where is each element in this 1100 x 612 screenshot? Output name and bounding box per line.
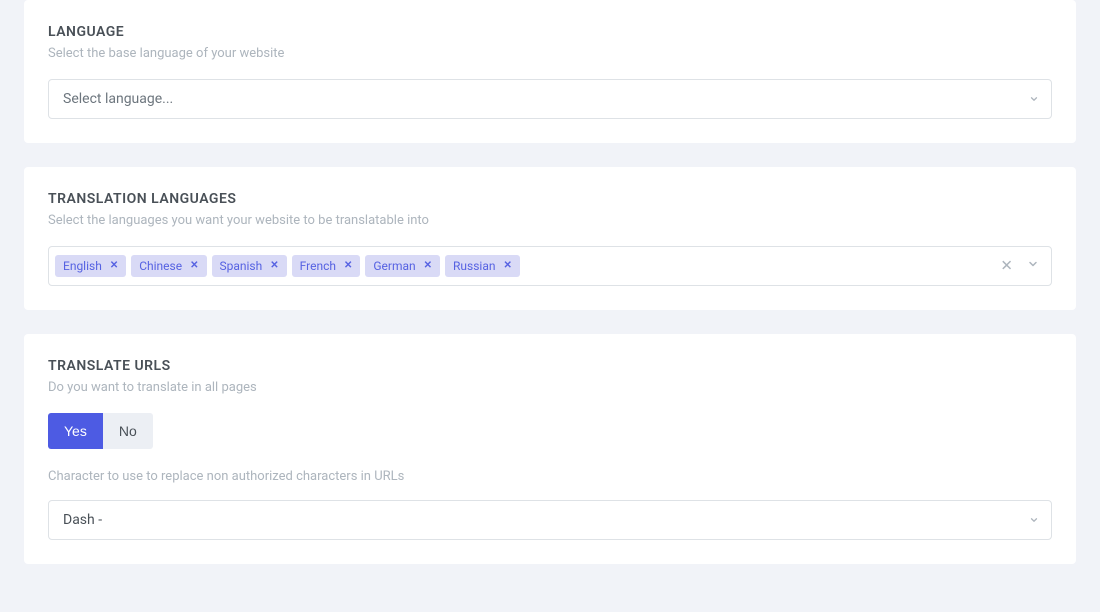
language-tag-label: English: [63, 259, 102, 273]
language-select[interactable]: Select language...: [48, 79, 1052, 119]
language-tag: French ✕: [292, 255, 361, 277]
remove-tag-icon[interactable]: ✕: [344, 261, 352, 271]
remove-tag-icon[interactable]: ✕: [504, 261, 512, 271]
chevron-down-icon: [1029, 515, 1039, 525]
language-tag-label: Russian: [453, 259, 495, 273]
language-tag: Russian ✕: [445, 255, 520, 277]
translate-urls-title: TRANSLATE URLS: [48, 358, 1052, 374]
translate-urls-no-button[interactable]: No: [103, 413, 153, 449]
language-title: LANGUAGE: [48, 24, 1052, 40]
translate-urls-card: TRANSLATE URLS Do you want to translate …: [24, 334, 1076, 564]
clear-all-icon[interactable]: ✕: [1000, 259, 1013, 274]
translate-urls-toggle: Yes No: [48, 413, 153, 449]
language-tag: Chinese ✕: [131, 255, 206, 277]
translation-title: TRANSLATION LANGUAGES: [48, 191, 1052, 207]
language-select-placeholder: Select language...: [63, 91, 173, 107]
language-tag: German ✕: [365, 255, 440, 277]
url-separator-select[interactable]: Dash -: [48, 500, 1052, 540]
translate-urls-yes-button[interactable]: Yes: [48, 413, 103, 449]
remove-tag-icon[interactable]: ✕: [424, 261, 432, 271]
remove-tag-icon[interactable]: ✕: [110, 261, 118, 271]
translation-subtitle: Select the languages you want your websi…: [48, 213, 1052, 228]
language-tag-label: Spanish: [220, 259, 263, 273]
language-card: LANGUAGE Select the base language of you…: [24, 0, 1076, 143]
language-tag-label: German: [373, 259, 415, 273]
language-subtitle: Select the base language of your website: [48, 46, 1052, 61]
translation-languages-select[interactable]: English ✕ Chinese ✕ Spanish ✕ French ✕ G…: [48, 246, 1052, 286]
remove-tag-icon[interactable]: ✕: [270, 261, 278, 271]
url-separator-value: Dash -: [63, 512, 102, 528]
translation-languages-card: TRANSLATION LANGUAGES Select the languag…: [24, 167, 1076, 310]
remove-tag-icon[interactable]: ✕: [190, 261, 198, 271]
url-separator-helper: Character to use to replace non authoriz…: [48, 469, 1052, 484]
language-tag: English ✕: [55, 255, 126, 277]
chevron-down-icon: [1027, 258, 1039, 274]
translate-urls-subtitle: Do you want to translate in all pages: [48, 380, 1052, 395]
language-tag-label: French: [300, 259, 336, 273]
language-tag: Spanish ✕: [212, 255, 287, 277]
chevron-down-icon: [1029, 94, 1039, 104]
language-tag-label: Chinese: [139, 259, 182, 273]
